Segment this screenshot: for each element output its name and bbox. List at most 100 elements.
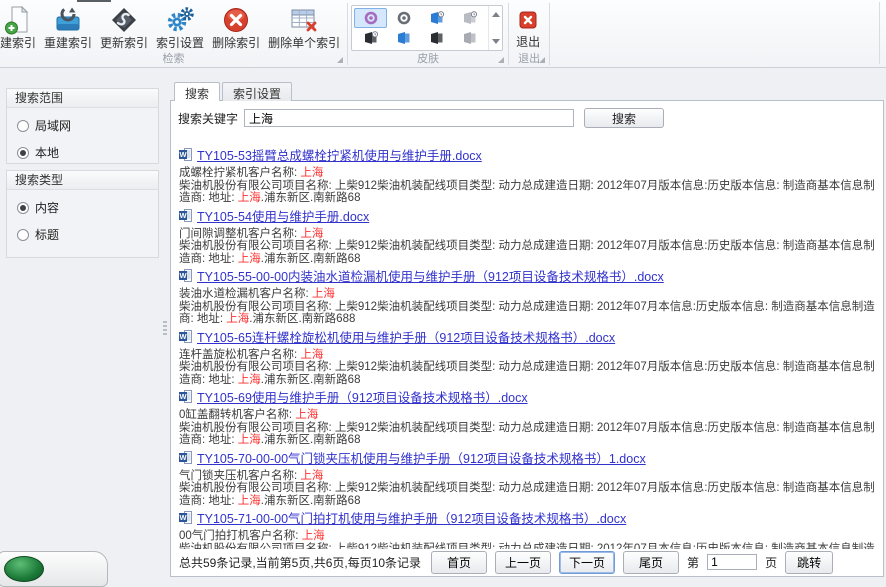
keyword-highlight: 上海 <box>238 434 261 446</box>
search-scope-panel: 搜索范围 局域网本地 <box>6 88 159 164</box>
svg-text:W: W <box>179 271 187 280</box>
radio-label: 局域网 <box>35 117 71 134</box>
skin-silver[interactable] <box>453 28 486 48</box>
main-content: 搜索 索引设置 搜索关键字 搜索 WTY105-53摇臂总成螺栓拧紧机使用与维护… <box>170 82 884 577</box>
result-item: WTY105-65连杆螺栓旋松机使用与维护手册（912项目设备技术规格书）.do… <box>179 330 878 387</box>
result-snippet: 柴油机股份有限公司项目名称: 上柴912柴油机装配线项目类型: 动力总成建造日期… <box>179 543 878 550</box>
page-number-input[interactable] <box>707 554 757 570</box>
tray-widget[interactable] <box>0 551 108 587</box>
result-link[interactable]: W TY105-69使用与维护手册（912项目设备技术规格书）.docx <box>179 390 878 407</box>
result-snippet: 柴油机股份有限公司项目名称: 上柴912柴油机装配线项目类型: 动力总成建造日期… <box>179 240 878 265</box>
next-page-button[interactable]: 下一页 <box>559 551 615 574</box>
update-index-icon <box>109 5 139 35</box>
keyword-highlight: 上海 <box>238 374 261 386</box>
ribbon-group-label: 退出 <box>511 53 547 66</box>
radio-option-局域网[interactable]: 局域网 <box>17 117 148 134</box>
result-link[interactable]: WTY105-65连杆螺栓旋松机使用与维护手册（912项目设备技术规格书）.do… <box>179 330 878 347</box>
ribbon-button-new-index[interactable]: 建索引 <box>0 3 40 52</box>
snippet-text: 气门锁夹压机客户名称: <box>179 470 300 482</box>
tab-index-settings[interactable]: 索引设置 <box>222 82 292 101</box>
search-type-options: 内容标题 <box>7 190 158 252</box>
ribbon-button-rebuild-index[interactable]: 重建索引 <box>40 3 96 52</box>
result-snippet: 0缸盖翻转机客户名称: 上海 <box>179 409 878 422</box>
radio-option-本地[interactable]: 本地 <box>17 144 148 161</box>
snippet-text: 成螺栓拧紧机客户名称: <box>179 167 300 179</box>
skin-light-clock[interactable] <box>453 8 486 28</box>
ribbon-button-index-settings[interactable]: 索引设置 <box>152 3 208 52</box>
svg-text:W: W <box>179 392 187 401</box>
result-snippet: 气门锁夹压机客户名称: 上海 <box>179 470 878 483</box>
snippet-text: .浦东新区.南新路68 <box>261 374 361 386</box>
result-title-text: TY105-69使用与维护手册（912项目设备技术规格书）.docx <box>197 391 528 406</box>
result-link[interactable]: W TY105-54使用与维护手册.docx <box>179 209 878 226</box>
snippet-text: 0缸盖翻转机客户名称: <box>179 409 295 421</box>
result-link[interactable]: WTY105-53摇臂总成螺栓拧紧机使用与维护手册.docx <box>179 148 878 165</box>
ribbon-button-delete-single-index[interactable]: 删除单个索引 <box>264 3 344 52</box>
prev-page-button[interactable]: 上一页 <box>495 551 551 574</box>
snippet-text: .浦东新区.南新路68 <box>261 434 361 446</box>
jump-button[interactable]: 跳转 <box>785 551 833 574</box>
result-link[interactable]: WTY105-71-00-00气门拍打机使用与维护手册（912项目设备技术规格书… <box>179 511 878 528</box>
radio-icon[interactable] <box>17 202 29 214</box>
search-button[interactable]: 搜索 <box>584 108 664 128</box>
result-title-text: TY105-70-00-00气门锁夹压机使用与维护手册（912项目设备技术规格书… <box>197 452 646 467</box>
rebuild-index-icon <box>53 5 83 35</box>
result-link[interactable]: W TY105-55-00-00内装油水道检漏机使用与维护手册（912项目设备技术… <box>179 269 878 286</box>
gallery-scroll-down-icon[interactable] <box>492 39 500 44</box>
pagination-summary: 总共59条记录,当前第5页,共6页,每页10条记录 <box>179 554 421 571</box>
ribbon-button-label: 索引设置 <box>156 37 204 50</box>
result-title-text: TY105-55-00-00内装油水道检漏机使用与维护手册（912项目设备技术规… <box>197 270 664 285</box>
page-number-prefix: 第 <box>687 554 699 571</box>
radio-icon[interactable] <box>17 147 29 159</box>
gallery-scroll-up-icon[interactable] <box>492 12 500 17</box>
snippet-text: 柴油机股份有限公司项目名称: 上柴912柴油机装配线项目类型: 动力总成建造日期… <box>179 543 875 550</box>
result-snippet: 00气门拍打机客户名称: 上海 <box>179 530 878 543</box>
word-doc-icon: W <box>179 209 192 226</box>
last-page-button[interactable]: 尾页 <box>623 551 679 574</box>
search-keyword-input[interactable] <box>244 109 574 127</box>
dialog-launcher-icon[interactable] <box>539 57 545 63</box>
keyword-highlight: 上海 <box>226 313 249 325</box>
search-keyword-label: 搜索关键字 <box>178 110 238 127</box>
radio-option-标题[interactable]: 标题 <box>17 226 148 243</box>
ribbon-group-skin: 皮肤 <box>348 0 508 67</box>
skin-blue-clock[interactable] <box>420 8 453 28</box>
result-snippet: 柴油机股份有限公司项目名称: 上柴912柴油机装配线项目类型: 动力总成建造日期… <box>179 361 878 386</box>
radio-option-内容[interactable]: 内容 <box>17 199 148 216</box>
skin-black-clock[interactable] <box>354 28 387 48</box>
ribbon-button-label: 重建索引 <box>44 37 92 50</box>
skin-black[interactable] <box>420 28 453 48</box>
ribbon-group-exit-buttons: 退出 <box>512 3 544 51</box>
result-link[interactable]: WTY105-70-00-00气门锁夹压机使用与维护手册（912项目设备技术规格… <box>179 451 878 468</box>
skin-gray-ring[interactable] <box>387 8 420 28</box>
radio-icon[interactable] <box>17 229 29 241</box>
radio-label: 本地 <box>35 144 59 161</box>
ribbon-group-skin-label: 皮肤 <box>417 53 439 65</box>
ribbon-button-exit[interactable]: 退出 <box>512 3 544 51</box>
snippet-text: 装油水道检漏机客户名称: <box>179 288 312 300</box>
tab-search[interactable]: 搜索 <box>174 82 220 101</box>
snippet-text: .浦东新区.南新路68 <box>261 253 361 265</box>
ribbon-button-delete-index[interactable]: 删除索引 <box>208 3 264 52</box>
skin-blue[interactable] <box>387 28 420 48</box>
page-number-suffix: 页 <box>765 554 777 571</box>
keyword-highlight: 上海 <box>300 167 323 179</box>
snippet-text: .浦东新区.南新路68 <box>261 495 361 507</box>
tray-green-orb-icon <box>4 556 44 582</box>
first-page-button[interactable]: 首页 <box>431 551 487 574</box>
dialog-launcher-icon[interactable] <box>498 57 504 63</box>
result-snippet: 柴油机股份有限公司项目名称: 上柴912柴油机装配线项目类型: 动力总成建造日期… <box>179 180 878 205</box>
result-item: WTY105-54使用与维护手册.docx门间隙调整机客户名称: 上海柴油机股份… <box>179 209 878 266</box>
splitter-grip[interactable] <box>163 321 167 337</box>
skin-gallery <box>351 5 503 51</box>
dialog-launcher-icon[interactable] <box>337 57 343 63</box>
radio-icon[interactable] <box>17 120 29 132</box>
result-snippet: 装油水道检漏机客户名称: 上海 <box>179 288 878 301</box>
skin-purple-ring[interactable] <box>354 8 387 28</box>
ribbon-button-update-index[interactable]: 更新索引 <box>96 3 152 52</box>
keyword-highlight: 上海 <box>238 495 261 507</box>
result-title-text: TY105-53摇臂总成螺栓拧紧机使用与维护手册.docx <box>197 149 482 164</box>
result-title-text: TY105-54使用与维护手册.docx <box>197 210 369 225</box>
ribbon-button-label: 删除索引 <box>212 37 260 50</box>
word-doc-icon: W <box>179 330 192 347</box>
